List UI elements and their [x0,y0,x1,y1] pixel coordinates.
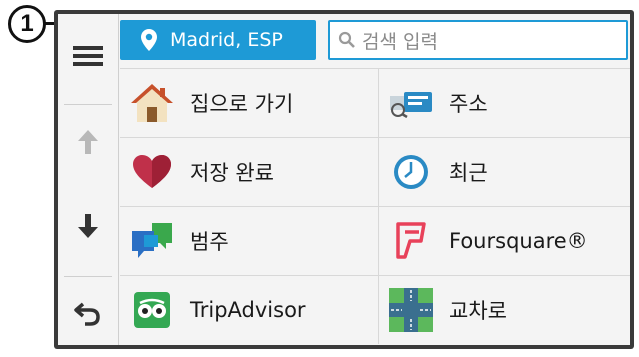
sidebar-divider [64,276,112,277]
address-icon [387,79,435,127]
category-label: 최근 [449,161,488,185]
location-button[interactable]: Madrid, ESP [120,20,316,60]
category-label: 주소 [449,92,488,116]
category-label: Foursquare® [449,229,588,253]
device-screen: Madrid, ESP 검색 입력 집으로 가기 주소 저장 완료 최근 범주 … [54,10,634,349]
callout-marker: 1 [8,5,46,43]
callout-number: 1 [20,10,34,37]
foursquare-icon [387,217,435,265]
sidebar [58,14,119,345]
category-row: 저장 완료 최근 [120,137,630,206]
category-recent[interactable]: 최근 [378,138,631,206]
map-pin-icon [140,28,158,52]
search-icon [338,31,356,49]
clock-icon [387,148,435,196]
category-row: TripAdvisor 교차로 [120,275,630,344]
category-saved[interactable]: 저장 완료 [120,138,378,206]
category-label: TripAdvisor [190,298,306,322]
category-label: 범주 [190,230,229,254]
category-row: 범주 Foursquare® [120,206,630,275]
arrow-up-icon [77,129,99,159]
category-label: 저장 완료 [190,161,274,185]
category-foursquare[interactable]: Foursquare® [378,207,631,275]
search-input[interactable]: 검색 입력 [328,20,628,60]
category-home[interactable]: 집으로 가기 [120,69,378,137]
category-label: 교차로 [449,299,507,323]
search-screen: Madrid, ESP 검색 입력 집으로 가기 주소 저장 완료 최근 범주 … [58,14,630,345]
arrow-down-icon [77,213,99,243]
category-label: 집으로 가기 [190,92,294,116]
home-icon [128,79,176,127]
back-button[interactable] [58,286,118,346]
category-row: 집으로 가기 주소 [120,68,630,137]
search-placeholder: 검색 입력 [362,30,438,53]
categories-icon [128,217,176,265]
scroll-down-button[interactable] [58,198,118,258]
scroll-up-button[interactable] [58,114,118,174]
category-tripadvisor[interactable]: TripAdvisor [120,276,378,344]
heart-icon [128,148,176,196]
menu-icon [73,45,103,71]
location-label: Madrid, ESP [170,29,283,51]
sidebar-divider [64,104,112,105]
intersection-icon [387,286,435,334]
menu-button[interactable] [58,28,118,88]
category-intersection[interactable]: 교차로 [378,276,631,344]
tripadvisor-icon [128,286,176,334]
category-categories[interactable]: 범주 [120,207,378,275]
back-icon [73,301,103,331]
category-address[interactable]: 주소 [378,69,631,137]
